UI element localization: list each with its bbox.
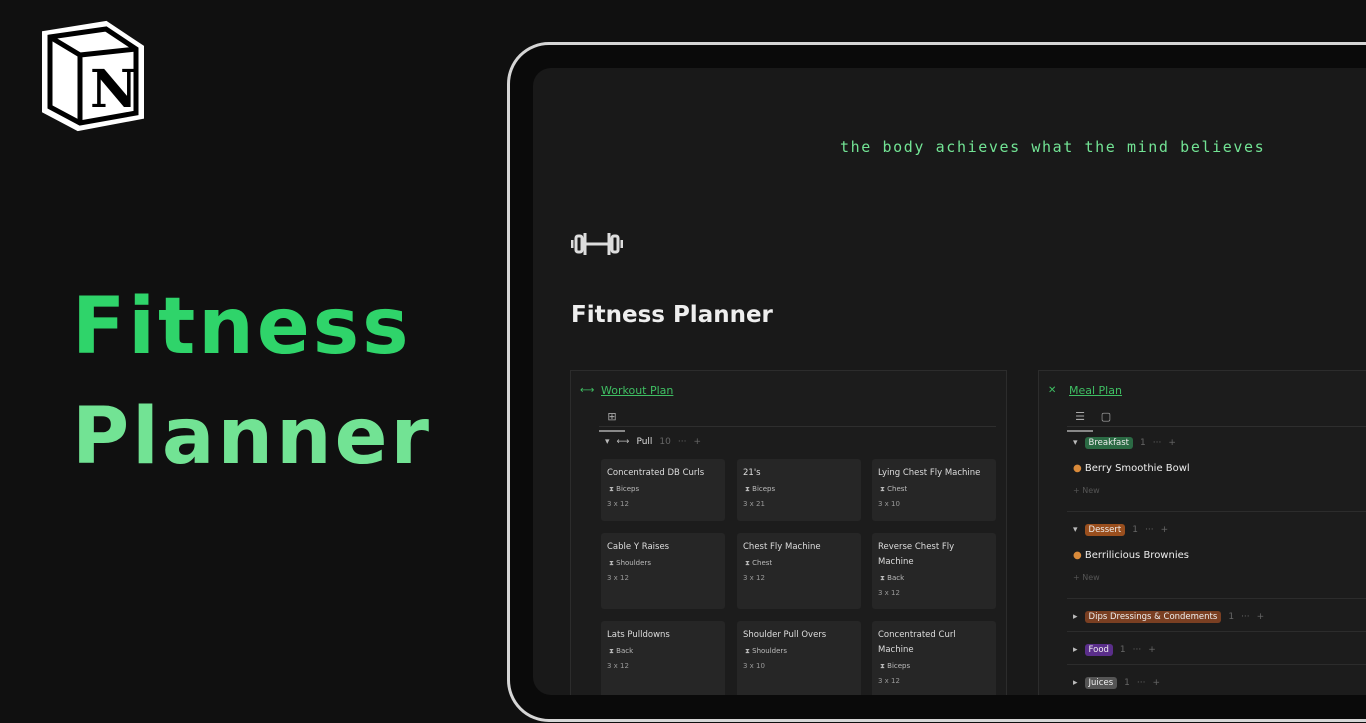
collapse-triangle-icon[interactable]: ▾ [1073,438,1078,448]
exercise-name: Chest Fly Machine [743,542,821,552]
add-icon[interactable]: + [1168,438,1176,448]
meal-item[interactable]: ● Berry Smoothie Bowl [1073,463,1190,474]
more-icon[interactable]: ··· [1133,645,1142,655]
food-icon: ● [1073,463,1082,474]
dumbbell-icon: ⟷ [580,385,595,396]
meal-group-header[interactable]: ▸ Juices 1 ··· + [1073,677,1160,689]
add-icon[interactable]: + [1257,612,1265,622]
meal-group-header[interactable]: ▾ Dessert 1 ··· + [1073,524,1168,536]
dumbbell-icon: ⟷ [616,437,630,447]
hero-title-line1: Fitness [72,282,412,372]
more-icon[interactable]: ··· [1137,678,1146,688]
hero-title-line2: Planner [72,392,432,482]
exercise-card[interactable]: Reverse Chest Fly Machine ⧗ Back 3 x 12 [872,533,996,609]
exercise-card[interactable]: Concentrated DB Curls ⧗ Biceps 3 x 12 [601,459,725,521]
muscle-tag: ⧗ Shoulders [745,647,787,655]
notion-logo: N [36,19,148,133]
divider [1067,598,1366,599]
divider [1067,664,1366,665]
svg-text:N: N [90,59,138,120]
muscle-tag: ⧗ Back [880,574,905,582]
fork-knife-icon: ✕ [1048,385,1057,396]
food-icon: ● [1073,550,1082,561]
list-view-tab[interactable]: ☰ [1067,410,1093,432]
collapse-triangle-icon[interactable]: ▾ [1073,525,1078,535]
muscle-tag: ⧗ Biceps [609,485,640,493]
add-icon[interactable]: + [1161,525,1169,535]
group-header-pull[interactable]: ▾ ⟷ Pull 10 ··· + [605,437,701,447]
workout-plan-link[interactable]: Workout Plan [601,384,673,397]
meal-item[interactable]: ● Berrilicious Brownies [1073,550,1189,561]
gallery-view-tab[interactable]: ⊞ [599,410,625,432]
exercise-card[interactable]: Lying Chest Fly Machine ⧗ Chest 3 x 10 [872,459,996,521]
page-quote: the body achieves what the mind believes [840,138,1266,156]
meal-group-header[interactable]: ▸ Dips Dressings & Condements 1 ··· + [1073,611,1264,623]
sets-reps: 3 x 10 [878,500,900,508]
exercise-card[interactable]: 21's ⧗ Biceps 3 x 21 [737,459,861,521]
notion-page: the body achieves what the mind believes… [533,68,1366,695]
add-icon[interactable]: + [693,437,701,447]
more-icon[interactable]: ··· [1145,525,1154,535]
sets-reps: 3 x 12 [878,677,900,685]
muscle-tag: ⧗ Back [609,647,634,655]
exercise-name: 21's [743,468,761,478]
dumbbell-icon [570,228,624,264]
more-icon[interactable]: ··· [678,437,687,447]
sets-reps: 3 x 12 [607,574,629,582]
new-item-button[interactable]: + New [1073,573,1100,582]
exercise-name: Lying Chest Fly Machine [878,468,981,478]
sets-reps: 3 x 12 [607,662,629,670]
muscle-tag: ⧗ Chest [745,559,773,567]
sets-reps: 3 x 12 [607,500,629,508]
add-icon[interactable]: + [1152,678,1160,688]
meal-group-header[interactable]: ▸ Food 1 ··· + [1073,644,1156,656]
exercise-card[interactable]: Concentrated Curl Machine ⧗ Biceps 3 x 12 [872,621,996,695]
expand-triangle-icon[interactable]: ▸ [1073,678,1078,688]
exercise-name: Concentrated DB Curls [607,468,705,478]
more-icon[interactable]: ··· [1153,438,1162,448]
expand-triangle-icon[interactable]: ▸ [1073,645,1078,655]
meal-plan-database: ✕ Meal Plan ☰ ▢ ▾ Breakfast 1 ··· + ● Berry Sm… [1038,370,1366,695]
exercise-name: Cable Y Raises [607,542,670,552]
divider [1067,631,1366,632]
exercise-card[interactable]: Cable Y Raises ⧗ Shoulders 3 x 12 [601,533,725,609]
sets-reps: 3 x 21 [743,500,765,508]
more-icon[interactable]: ··· [1241,612,1250,622]
muscle-tag: ⧗ Biceps [745,485,776,493]
divider [1067,511,1366,512]
add-icon[interactable]: + [1148,645,1156,655]
page-title: Fitness Planner [571,302,773,328]
collapse-triangle-icon[interactable]: ▾ [605,437,610,447]
meal-plan-link[interactable]: Meal Plan [1069,384,1122,397]
exercise-name: Shoulder Pull Overs [743,630,827,640]
muscle-tag: ⧗ Chest [880,485,908,493]
calendar-view-tab[interactable]: ▢ [1093,410,1119,432]
meal-group-header[interactable]: ▾ Breakfast 1 ··· + [1073,437,1176,449]
exercise-card[interactable]: Shoulder Pull Overs ⧗ Shoulders 3 x 10 [737,621,861,695]
exercise-name: Lats Pulldowns [607,630,670,640]
new-item-button[interactable]: + New [1073,486,1100,495]
sets-reps: 3 x 10 [743,662,765,670]
exercise-card[interactable]: Chest Fly Machine ⧗ Chest 3 x 12 [737,533,861,609]
exercise-name: Concentrated Curl Machine [878,630,956,655]
muscle-tag: ⧗ Shoulders [609,559,651,567]
exercise-name: Reverse Chest Fly Machine [878,542,955,567]
workout-plan-database: ⟷ Workout Plan ⊞ ▾ ⟷ Pull 10 ··· + Conce… [570,370,1007,695]
sets-reps: 3 x 12 [743,574,765,582]
expand-triangle-icon[interactable]: ▸ [1073,612,1078,622]
sets-reps: 3 x 12 [878,589,900,597]
exercise-card[interactable]: Lats Pulldowns ⧗ Back 3 x 12 [601,621,725,695]
muscle-tag: ⧗ Biceps [880,662,911,670]
